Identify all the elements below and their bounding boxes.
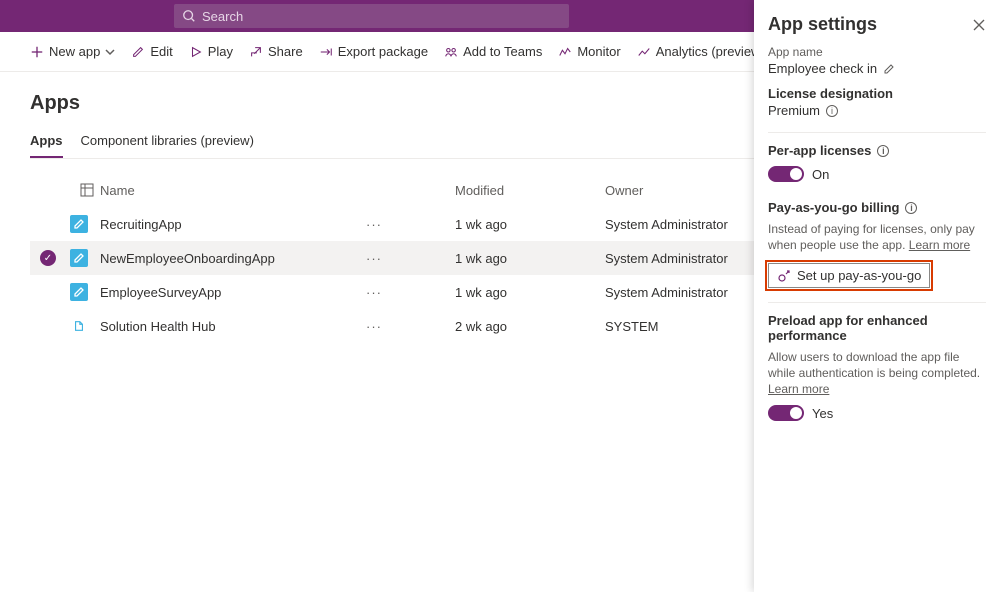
monitor-button[interactable]: Monitor [558,44,620,59]
app-type-icon [70,317,88,335]
search-box[interactable] [174,4,569,28]
modified-cell: 1 wk ago [455,285,605,300]
export-package-button[interactable]: Export package [319,44,428,59]
monitor-icon [558,45,572,59]
play-icon [189,45,203,59]
col-name[interactable]: Name [100,183,365,198]
row-select-indicator[interactable] [40,284,56,300]
row-select-indicator[interactable] [40,216,56,232]
tab-apps[interactable]: Apps [30,133,63,158]
info-icon[interactable]: i [877,145,889,157]
add-to-teams-button[interactable]: Add to Teams [444,44,542,59]
preload-title: Preload app for enhanced performance [768,313,986,343]
row-select-indicator[interactable] [40,318,56,334]
app-type-icon [70,249,88,267]
license-value: Premium [768,103,820,118]
pencil-icon [131,45,145,59]
modified-cell: 2 wk ago [455,319,605,334]
chevron-down-icon [105,47,115,57]
per-app-licenses-title: Per-app licenses [768,143,871,158]
per-app-licenses-state: On [812,167,829,182]
app-type-icon [70,283,88,301]
col-modified[interactable]: Modified [455,183,605,198]
close-icon[interactable] [972,18,986,32]
row-more-button[interactable]: ··· [365,285,383,300]
payg-setup-icon [777,269,791,283]
info-icon[interactable]: i [826,105,838,117]
new-app-button[interactable]: New app [30,44,115,59]
row-more-button[interactable]: ··· [365,217,383,232]
app-name-cell: EmployeeSurveyApp [100,285,365,300]
app-name-cell: NewEmployeeOnboardingApp [100,251,365,266]
share-button[interactable]: Share [249,44,303,59]
modified-cell: 1 wk ago [455,217,605,232]
learn-more-link[interactable]: Learn more [909,238,970,252]
preload-toggle[interactable] [768,405,804,421]
app-settings-panel: App settings App name Employee check in … [754,0,1000,592]
share-icon [249,45,263,59]
export-icon [319,45,333,59]
panel-title: App settings [768,14,877,35]
modified-cell: 1 wk ago [455,251,605,266]
setup-payg-button[interactable]: Set up pay-as-you-go [768,263,930,288]
tab-component-libraries[interactable]: Component libraries (preview) [81,133,254,158]
column-options-icon[interactable] [80,183,94,197]
learn-more-link[interactable]: Learn more [768,382,829,396]
info-icon[interactable]: i [905,202,917,214]
app-name-label: App name [768,45,986,59]
search-input[interactable] [202,9,561,24]
row-more-button[interactable]: ··· [365,319,383,334]
license-designation-title: License designation [768,86,986,101]
analytics-button[interactable]: Analytics (preview) [637,44,765,59]
edit-button[interactable]: Edit [131,44,172,59]
preload-description: Allow users to download the app file whi… [768,350,980,380]
app-name-value: Employee check in [768,61,877,76]
payg-title: Pay-as-you-go billing [768,200,899,215]
row-select-indicator[interactable]: ✓ [40,250,56,266]
play-button[interactable]: Play [189,44,233,59]
preload-state: Yes [812,406,833,421]
app-name-cell: Solution Health Hub [100,319,365,334]
app-type-icon [70,215,88,233]
analytics-icon [637,45,651,59]
plus-icon [30,45,44,59]
teams-icon [444,45,458,59]
edit-app-name-icon[interactable] [883,63,895,75]
row-more-button[interactable]: ··· [365,251,383,266]
app-name-cell: RecruitingApp [100,217,365,232]
search-icon [182,9,196,23]
per-app-licenses-toggle[interactable] [768,166,804,182]
